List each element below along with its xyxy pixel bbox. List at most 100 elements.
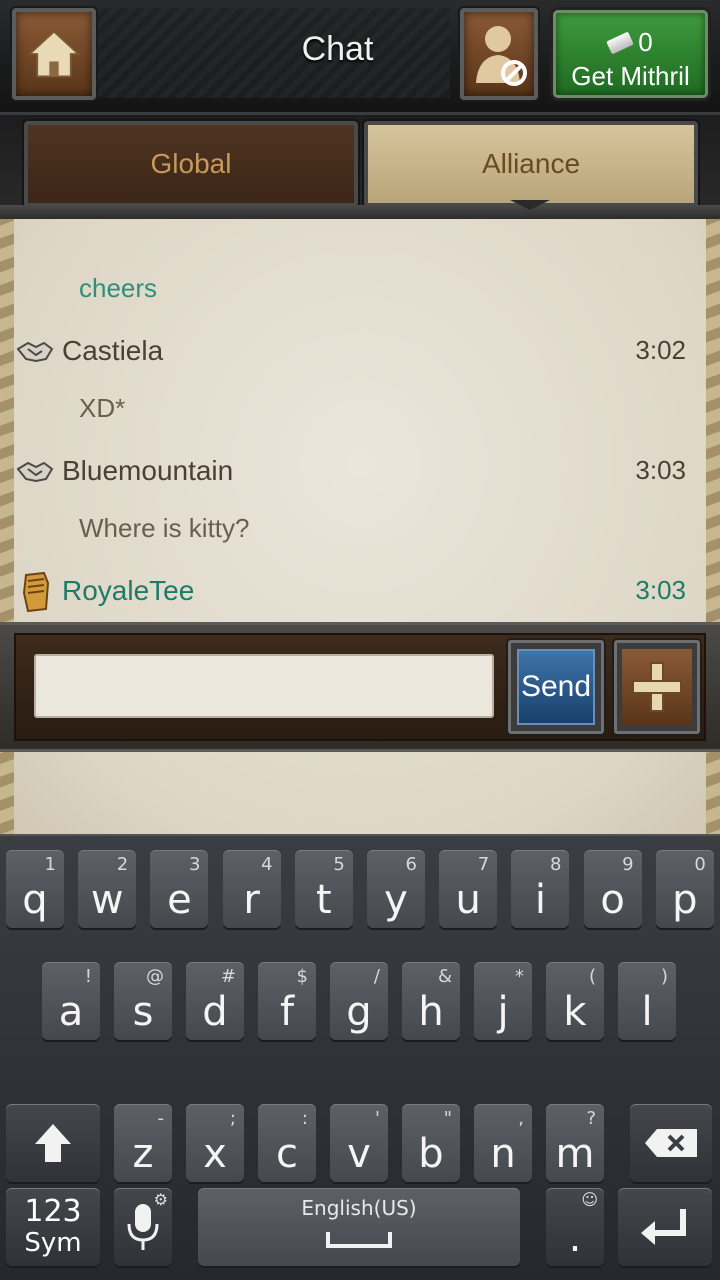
key-d[interactable]: # d bbox=[186, 962, 244, 1040]
key-i[interactable]: 8i bbox=[511, 850, 570, 928]
enter-key[interactable] bbox=[618, 1188, 712, 1266]
key-label: y bbox=[384, 877, 408, 923]
block-player-button[interactable] bbox=[460, 8, 538, 100]
key-label: h bbox=[418, 989, 444, 1035]
message-text: XD* bbox=[79, 393, 126, 423]
key-r[interactable]: 4r bbox=[222, 850, 281, 928]
key-secondary-label: 4 bbox=[261, 854, 273, 875]
send-button[interactable]: Send bbox=[508, 640, 604, 734]
key-b[interactable]: " b bbox=[402, 1104, 460, 1182]
enter-arrow-icon bbox=[641, 1209, 686, 1245]
period-key-label: . bbox=[568, 1215, 582, 1261]
key-label: s bbox=[132, 989, 154, 1035]
key-label: k bbox=[563, 989, 587, 1035]
message-time: 3:03 bbox=[635, 575, 686, 605]
home-button[interactable] bbox=[12, 8, 96, 100]
message-sender[interactable]: RoyaleTee bbox=[62, 575, 194, 607]
key-w[interactable]: 2w bbox=[78, 850, 137, 928]
message-text: cheers bbox=[79, 273, 158, 303]
key-secondary-label: 6 bbox=[405, 854, 417, 875]
message-sender[interactable]: Castiela bbox=[62, 335, 163, 367]
key-secondary-label: ) bbox=[660, 966, 668, 987]
key-label: v bbox=[347, 1131, 371, 1177]
voice-input-key[interactable]: ⚙ bbox=[114, 1188, 172, 1266]
key-v[interactable]: ' v bbox=[330, 1104, 388, 1182]
tab-alliance[interactable]: Alliance bbox=[364, 121, 698, 207]
send-label: Send bbox=[517, 649, 595, 725]
key-o[interactable]: 9o bbox=[583, 850, 642, 928]
shift-arrow-icon bbox=[35, 1124, 71, 1162]
key-label: u bbox=[455, 877, 481, 923]
tab-global[interactable]: Global bbox=[24, 121, 358, 207]
key-y[interactable]: 6y bbox=[367, 850, 425, 928]
key-label: i bbox=[534, 877, 546, 923]
page-title: Chat bbox=[301, 30, 374, 68]
symbols-key[interactable]: 123 Sym bbox=[6, 1188, 100, 1266]
key-s[interactable]: @ s bbox=[114, 962, 172, 1040]
key-f[interactable]: $ f bbox=[258, 962, 316, 1040]
key-label: r bbox=[243, 877, 260, 923]
key-n[interactable]: ,n bbox=[474, 1104, 532, 1182]
soft-keyboard: 1q2w3e4r5t6y7u8i9o0p ! a @ s # d $ f / g & h * j(k) l … bbox=[0, 834, 720, 1280]
key-secondary-label: 3 bbox=[188, 854, 201, 875]
key-label: m bbox=[555, 1131, 595, 1177]
handshake-icon bbox=[16, 341, 54, 363]
top-bar: Chat 0 Get Mithril bbox=[0, 0, 720, 115]
key-j[interactable]: * j bbox=[474, 962, 532, 1040]
emoji-icon: ☺ bbox=[581, 1190, 598, 1209]
key-label: b bbox=[418, 1131, 444, 1177]
key-l[interactable]: ) l bbox=[618, 962, 676, 1040]
mithril-count: 0 bbox=[638, 27, 653, 57]
message-time: 3:02 bbox=[635, 335, 686, 365]
key-secondary-label: , bbox=[518, 1108, 524, 1129]
space-key[interactable]: English(US) bbox=[198, 1188, 520, 1266]
key-secondary-label: " bbox=[443, 1108, 452, 1129]
key-e[interactable]: 3e bbox=[150, 850, 209, 928]
key-secondary-label: : bbox=[301, 1108, 308, 1129]
key-k[interactable]: (k bbox=[546, 962, 604, 1040]
key-secondary-label: 1 bbox=[44, 854, 56, 875]
symbols-key-bottom: Sym bbox=[24, 1228, 82, 1258]
message-text: Where is kitty? bbox=[79, 513, 250, 543]
fist-icon bbox=[22, 571, 50, 613]
message-time: 3:03 bbox=[635, 455, 686, 485]
key-label: g bbox=[346, 989, 372, 1035]
backspace-icon bbox=[645, 1129, 697, 1157]
get-mithril-button[interactable]: 0 Get Mithril bbox=[553, 10, 708, 98]
key-secondary-label: & bbox=[437, 966, 452, 987]
key-label: x bbox=[203, 1131, 227, 1177]
key-u[interactable]: 7u bbox=[439, 850, 498, 928]
key-secondary-label: 7 bbox=[477, 854, 490, 875]
key-label: q bbox=[22, 877, 48, 923]
key-m[interactable]: ? m bbox=[546, 1104, 604, 1182]
key-z[interactable]: -z bbox=[114, 1104, 172, 1182]
add-attachment-button[interactable] bbox=[614, 640, 700, 734]
period-key[interactable]: . ☺ bbox=[546, 1188, 604, 1266]
get-mithril-label: Get Mithril bbox=[571, 61, 690, 91]
key-secondary-label: ? bbox=[586, 1108, 596, 1129]
key-p[interactable]: 0p bbox=[655, 850, 714, 928]
message-input[interactable] bbox=[34, 654, 494, 718]
key-secondary-label: ! bbox=[84, 966, 92, 987]
key-secondary-label: 2 bbox=[116, 854, 129, 875]
shift-key[interactable] bbox=[6, 1104, 100, 1182]
settings-gear-icon: ⚙ bbox=[153, 1190, 168, 1209]
block-user-icon bbox=[476, 26, 527, 86]
key-c[interactable]: :c bbox=[258, 1104, 316, 1182]
handshake-icon bbox=[16, 461, 54, 483]
key-label: z bbox=[132, 1131, 154, 1177]
key-secondary-label: ' bbox=[375, 1108, 380, 1129]
key-a[interactable]: ! a bbox=[42, 962, 100, 1040]
key-secondary-label: 9 bbox=[622, 854, 634, 875]
key-t[interactable]: 5t bbox=[294, 850, 353, 928]
mithril-bar-icon bbox=[606, 31, 635, 54]
key-g[interactable]: / g bbox=[330, 962, 388, 1040]
key-q[interactable]: 1q bbox=[6, 850, 64, 928]
key-label: n bbox=[490, 1131, 516, 1177]
home-icon bbox=[27, 30, 81, 78]
key-secondary-label: 8 bbox=[549, 854, 562, 875]
key-h[interactable]: & h bbox=[402, 962, 460, 1040]
key-x[interactable]: ; x bbox=[186, 1104, 244, 1182]
backspace-key[interactable] bbox=[630, 1104, 712, 1182]
message-sender[interactable]: Bluemountain bbox=[62, 455, 233, 487]
